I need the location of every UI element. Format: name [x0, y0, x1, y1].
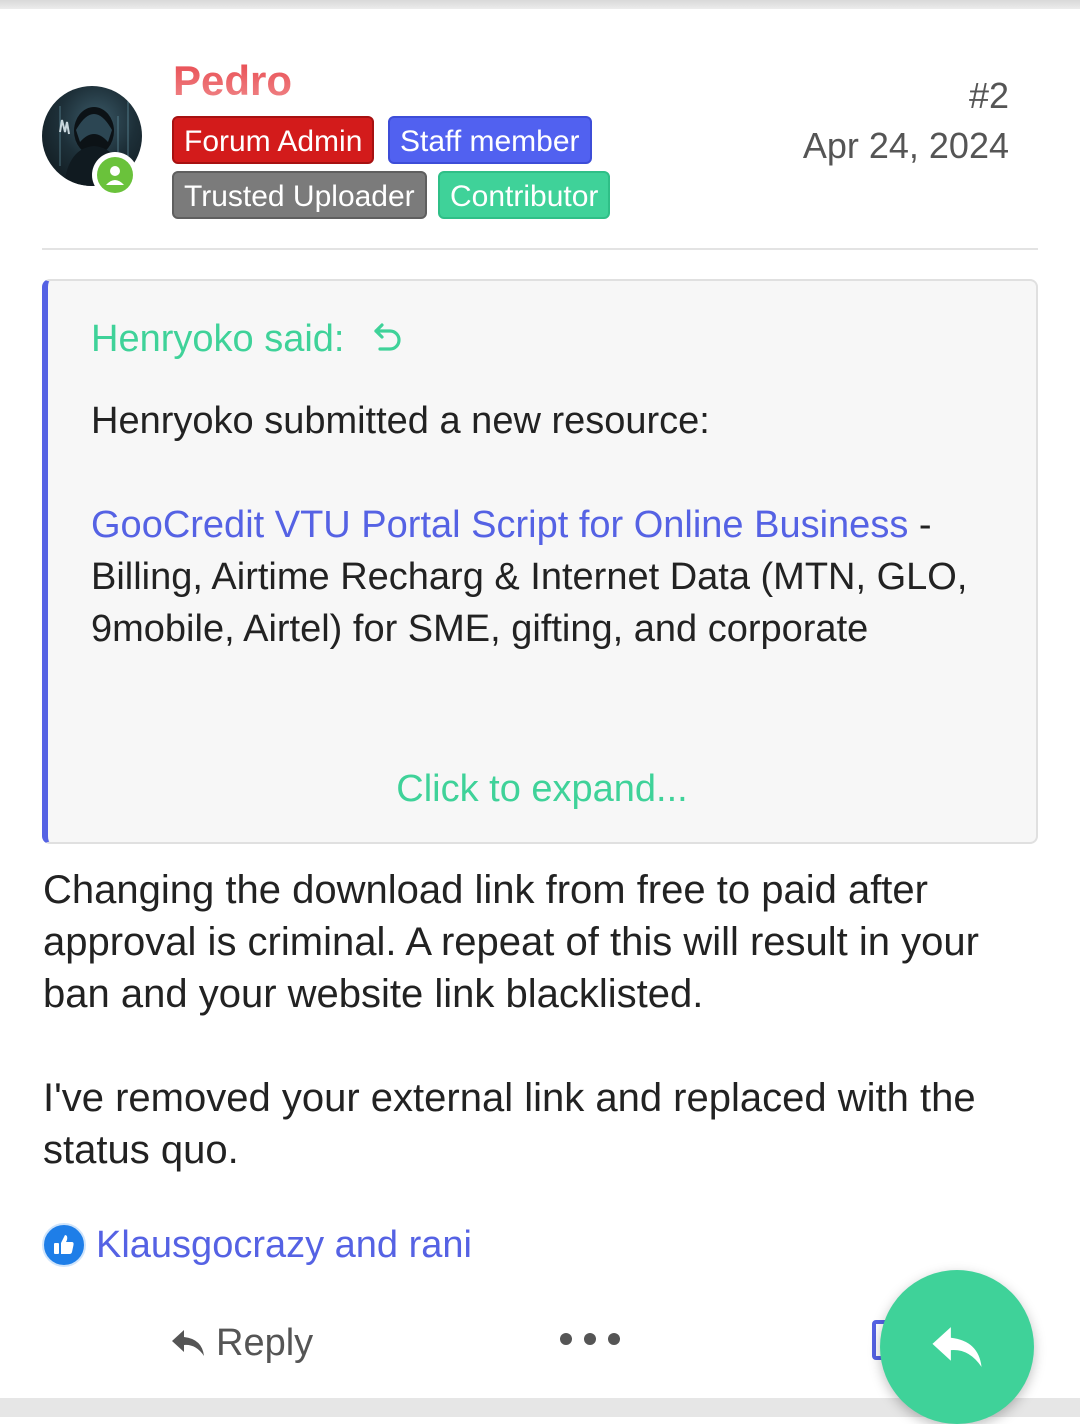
quote-resource: GooCredit VTU Portal Script for Online B… [91, 499, 1001, 655]
top-shadow [0, 0, 1080, 9]
post-number[interactable]: #2 [969, 76, 1009, 116]
more-dot [560, 1333, 572, 1345]
like-icon [42, 1223, 86, 1267]
banner-staff-member: Staff member [388, 116, 592, 164]
fab-reply-button[interactable] [880, 1270, 1034, 1424]
quote-block: Henryoko said: Henryoko submitted a new … [42, 279, 1038, 844]
username[interactable]: Pedro [173, 56, 292, 106]
banner-forum-admin: Forum Admin [172, 116, 375, 164]
expand-quote-link[interactable]: Click to expand... [48, 767, 1036, 811]
message-paragraph-2: I've removed your external link and repl… [43, 1076, 976, 1172]
reply-icon [172, 1330, 204, 1356]
resource-link[interactable]: GooCredit VTU Portal Script for Online B… [91, 504, 908, 546]
quote-author[interactable]: Henryoko said: [91, 317, 344, 361]
header-divider [42, 248, 1038, 250]
reply-label: Reply [216, 1321, 314, 1364]
banner-contributor: Contributor [438, 171, 611, 219]
banner-trusted-uploader: Trusted Uploader [172, 171, 427, 219]
reaction-users[interactable]: Klausgocrazy and rani [96, 1223, 472, 1267]
post-date[interactable]: Apr 24, 2024 [803, 126, 1009, 166]
fab-reply-icon [932, 1327, 982, 1367]
more-dot [584, 1333, 596, 1345]
reactions-bar[interactable]: Klausgocrazy and rani [42, 1222, 472, 1268]
reply-button[interactable]: Reply [170, 1318, 313, 1368]
quote-intro: Henryoko submitted a new resource: [91, 400, 710, 442]
quote-jump-icon[interactable] [370, 319, 406, 355]
online-status-indicator [92, 152, 138, 198]
online-status-icon [97, 157, 133, 193]
post-message: Changing the download link from free to … [43, 864, 1033, 1176]
more-dot [608, 1333, 620, 1345]
more-icon[interactable] [560, 1322, 620, 1356]
message-paragraph-1: Changing the download link from free to … [43, 868, 979, 1016]
